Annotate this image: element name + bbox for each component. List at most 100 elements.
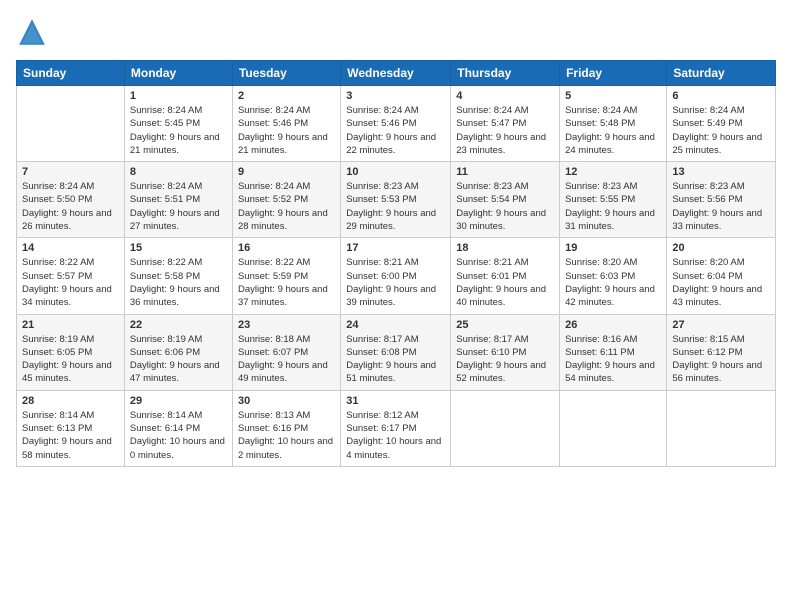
day-number: 20 (672, 242, 770, 254)
day-info: Sunrise: 8:24 AMSunset: 5:46 PMDaylight:… (346, 104, 445, 157)
day-cell: 3 Sunrise: 8:24 AMSunset: 5:46 PMDaylight… (341, 86, 451, 162)
day-info: Sunrise: 8:21 AMSunset: 6:01 PMDaylight:… (456, 256, 554, 309)
day-info: Sunrise: 8:22 AMSunset: 5:59 PMDaylight:… (238, 256, 335, 309)
week-row-5: 28Sunrise: 8:14 AMSunset: 6:13 PMDayligh… (17, 390, 776, 466)
day-cell (560, 390, 667, 466)
day-info: Sunrise: 8:13 AMSunset: 6:16 PMDaylight:… (238, 409, 335, 462)
day-cell: 1 Sunrise: 8:24 AMSunset: 5:45 PMDaylight… (124, 86, 232, 162)
weekday-header-friday: Friday (560, 61, 667, 86)
day-info: Sunrise: 8:17 AMSunset: 6:08 PMDaylight:… (346, 333, 445, 386)
day-cell (451, 390, 560, 466)
day-number: 3 (346, 90, 445, 102)
day-number: 22 (130, 319, 227, 331)
week-row-1: 1 Sunrise: 8:24 AMSunset: 5:45 PMDaylight… (17, 86, 776, 162)
day-number: 25 (456, 319, 554, 331)
day-cell: 8 Sunrise: 8:24 AMSunset: 5:51 PMDaylight… (124, 162, 232, 238)
day-number: 4 (456, 90, 554, 102)
day-cell: 22 Sunrise: 8:19 AMSunset: 6:06 PMDayligh… (124, 314, 232, 390)
day-cell: 17 Sunrise: 8:21 AMSunset: 6:00 PMDayligh… (341, 238, 451, 314)
day-number: 7 (22, 166, 119, 178)
day-number: 19 (565, 242, 661, 254)
day-info: Sunrise: 8:18 AMSunset: 6:07 PMDaylight:… (238, 333, 335, 386)
day-cell: 11Sunrise: 8:23 AMSunset: 5:54 PMDayligh… (451, 162, 560, 238)
day-number: 18 (456, 242, 554, 254)
day-cell: 4 Sunrise: 8:24 AMSunset: 5:47 PMDaylight… (451, 86, 560, 162)
day-number: 2 (238, 90, 335, 102)
day-info: Sunrise: 8:17 AMSunset: 6:10 PMDaylight:… (456, 333, 554, 386)
day-info: Sunrise: 8:24 AMSunset: 5:48 PMDaylight:… (565, 104, 661, 157)
day-cell: 30Sunrise: 8:13 AMSunset: 6:16 PMDayligh… (232, 390, 340, 466)
day-info: Sunrise: 8:20 AMSunset: 6:04 PMDaylight:… (672, 256, 770, 309)
day-info: Sunrise: 8:24 AMSunset: 5:45 PMDaylight:… (130, 104, 227, 157)
day-number: 24 (346, 319, 445, 331)
day-cell: 5 Sunrise: 8:24 AMSunset: 5:48 PMDaylight… (560, 86, 667, 162)
day-cell: 28Sunrise: 8:14 AMSunset: 6:13 PMDayligh… (17, 390, 125, 466)
day-cell (17, 86, 125, 162)
day-cell: 20 Sunrise: 8:20 AMSunset: 6:04 PMDayligh… (667, 238, 776, 314)
day-number: 14 (22, 242, 119, 254)
day-number: 10 (346, 166, 445, 178)
day-number: 11 (456, 166, 554, 178)
day-info: Sunrise: 8:22 AMSunset: 5:58 PMDaylight:… (130, 256, 227, 309)
day-cell: 9 Sunrise: 8:24 AMSunset: 5:52 PMDaylight… (232, 162, 340, 238)
day-number: 6 (672, 90, 770, 102)
day-info: Sunrise: 8:19 AMSunset: 6:06 PMDaylight:… (130, 333, 227, 386)
day-cell: 13 Sunrise: 8:23 AMSunset: 5:56 PMDayligh… (667, 162, 776, 238)
day-info: Sunrise: 8:24 AMSunset: 5:49 PMDaylight:… (672, 104, 770, 157)
day-cell: 25 Sunrise: 8:17 AMSunset: 6:10 PMDayligh… (451, 314, 560, 390)
weekday-header-thursday: Thursday (451, 61, 560, 86)
weekday-header-wednesday: Wednesday (341, 61, 451, 86)
day-number: 16 (238, 242, 335, 254)
weekday-header-tuesday: Tuesday (232, 61, 340, 86)
week-row-2: 7 Sunrise: 8:24 AMSunset: 5:50 PMDaylight… (17, 162, 776, 238)
week-row-4: 21 Sunrise: 8:19 AMSunset: 6:05 PMDayligh… (17, 314, 776, 390)
day-cell: 24 Sunrise: 8:17 AMSunset: 6:08 PMDayligh… (341, 314, 451, 390)
day-info: Sunrise: 8:15 AMSunset: 6:12 PMDaylight:… (672, 333, 770, 386)
day-cell: 14 Sunrise: 8:22 AMSunset: 5:57 PMDayligh… (17, 238, 125, 314)
calendar: SundayMondayTuesdayWednesdayThursdayFrid… (16, 60, 776, 467)
week-row-3: 14 Sunrise: 8:22 AMSunset: 5:57 PMDayligh… (17, 238, 776, 314)
day-cell: 2 Sunrise: 8:24 AMSunset: 5:46 PMDaylight… (232, 86, 340, 162)
day-cell: 31 Sunrise: 8:12 AMSunset: 6:17 PMDayligh… (341, 390, 451, 466)
day-number: 26 (565, 319, 661, 331)
day-info: Sunrise: 8:24 AMSunset: 5:46 PMDaylight:… (238, 104, 335, 157)
day-number: 1 (130, 90, 227, 102)
day-cell: 29Sunrise: 8:14 AMSunset: 6:14 PMDayligh… (124, 390, 232, 466)
day-number: 27 (672, 319, 770, 331)
day-number: 13 (672, 166, 770, 178)
weekday-header-saturday: Saturday (667, 61, 776, 86)
day-info: Sunrise: 8:23 AMSunset: 5:53 PMDaylight:… (346, 180, 445, 233)
day-info: Sunrise: 8:20 AMSunset: 6:03 PMDaylight:… (565, 256, 661, 309)
day-cell: 6 Sunrise: 8:24 AMSunset: 5:49 PMDaylight… (667, 86, 776, 162)
day-info: Sunrise: 8:12 AMSunset: 6:17 PMDaylight:… (346, 409, 445, 462)
day-cell (667, 390, 776, 466)
day-cell: 21 Sunrise: 8:19 AMSunset: 6:05 PMDayligh… (17, 314, 125, 390)
day-number: 17 (346, 242, 445, 254)
day-number: 23 (238, 319, 335, 331)
day-info: Sunrise: 8:24 AMSunset: 5:52 PMDaylight:… (238, 180, 335, 233)
day-info: Sunrise: 8:19 AMSunset: 6:05 PMDaylight:… (22, 333, 119, 386)
day-number: 8 (130, 166, 227, 178)
day-number: 31 (346, 395, 445, 407)
day-cell: 12Sunrise: 8:23 AMSunset: 5:55 PMDayligh… (560, 162, 667, 238)
day-info: Sunrise: 8:24 AMSunset: 5:47 PMDaylight:… (456, 104, 554, 157)
day-info: Sunrise: 8:24 AMSunset: 5:51 PMDaylight:… (130, 180, 227, 233)
day-number: 21 (22, 319, 119, 331)
day-info: Sunrise: 8:22 AMSunset: 5:57 PMDaylight:… (22, 256, 119, 309)
day-cell: 7 Sunrise: 8:24 AMSunset: 5:50 PMDaylight… (17, 162, 125, 238)
day-number: 5 (565, 90, 661, 102)
page: SundayMondayTuesdayWednesdayThursdayFrid… (0, 0, 792, 612)
day-number: 12 (565, 166, 661, 178)
day-cell: 18 Sunrise: 8:21 AMSunset: 6:01 PMDayligh… (451, 238, 560, 314)
day-cell: 26Sunrise: 8:16 AMSunset: 6:11 PMDayligh… (560, 314, 667, 390)
day-info: Sunrise: 8:14 AMSunset: 6:13 PMDaylight:… (22, 409, 119, 462)
day-cell: 23 Sunrise: 8:18 AMSunset: 6:07 PMDayligh… (232, 314, 340, 390)
day-number: 29 (130, 395, 227, 407)
day-info: Sunrise: 8:24 AMSunset: 5:50 PMDaylight:… (22, 180, 119, 233)
logo-icon (16, 16, 48, 48)
weekday-header-sunday: Sunday (17, 61, 125, 86)
day-info: Sunrise: 8:21 AMSunset: 6:00 PMDaylight:… (346, 256, 445, 309)
day-cell: 19 Sunrise: 8:20 AMSunset: 6:03 PMDayligh… (560, 238, 667, 314)
day-number: 9 (238, 166, 335, 178)
day-info: Sunrise: 8:23 AMSunset: 5:56 PMDaylight:… (672, 180, 770, 233)
